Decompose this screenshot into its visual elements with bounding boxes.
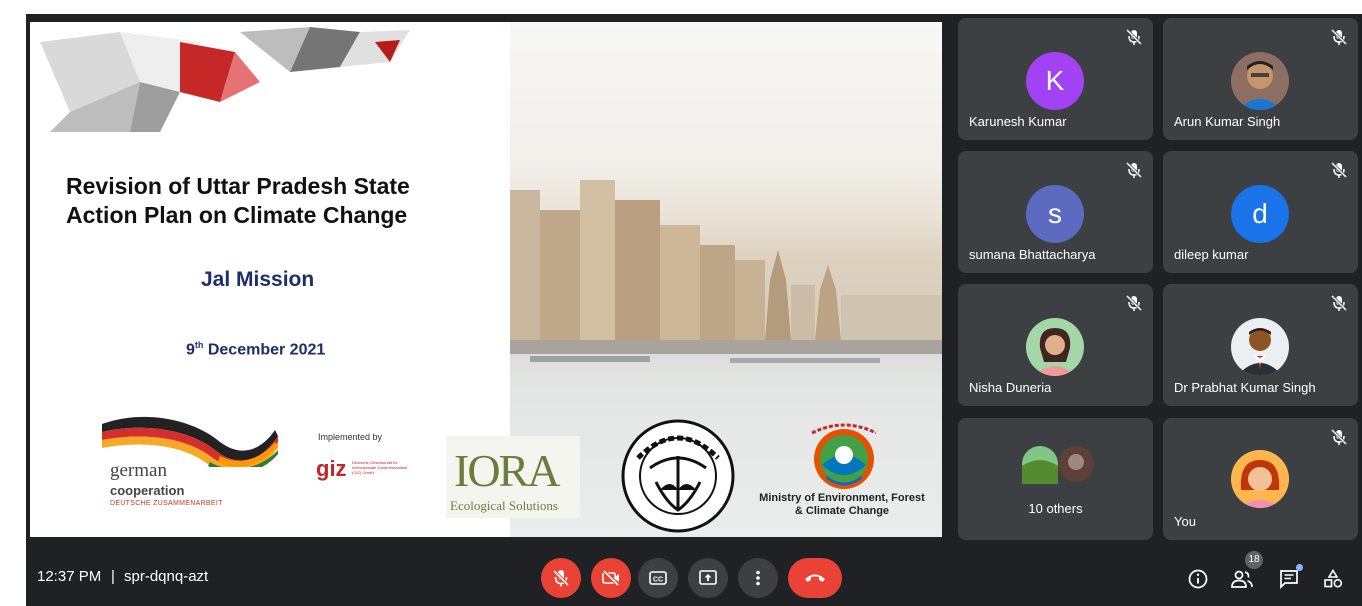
participant-name: Arun Kumar Singh <box>1174 114 1281 129</box>
others-tile[interactable]: 10 others <box>958 418 1153 540</box>
date-day: 9 <box>186 341 195 359</box>
uttar-pradesh-seal-icon <box>621 419 735 533</box>
slide-decoration-graphic <box>40 27 410 132</box>
participant-tile[interactable]: Nisha Duneria <box>958 284 1153 406</box>
leave-call-button[interactable] <box>788 558 842 598</box>
german-cooperation-logo: german cooperation DEUTSCHE ZUSAMMENARBE… <box>100 412 280 522</box>
ministry-line1: Ministry of Environment, Forest <box>759 492 925 504</box>
participant-tile[interactable]: K Karunesh Kumar <box>958 18 1153 140</box>
deutsche-zusammenarbeit-text: DEUTSCHE ZUSAMMENARBEIT <box>110 500 223 507</box>
captions-button[interactable]: CC <box>638 558 678 598</box>
avatar: K <box>1026 52 1084 110</box>
slide-title-line2: Action Plan on Climate Change <box>66 202 408 228</box>
participant-tile[interactable]: d dileep kumar <box>1163 151 1358 273</box>
ministry-environment-emblem-icon <box>811 423 877 489</box>
ministry-line2: & Climate Change <box>794 505 890 517</box>
slide-title: Revision of Uttar Pradesh State Action P… <box>66 172 506 230</box>
presentation-slide: Revision of Uttar Pradesh State Action P… <box>30 22 942 537</box>
mic-off-icon <box>1125 294 1143 312</box>
participant-count-badge: 18 <box>1245 551 1263 569</box>
german-text: german <box>110 460 167 481</box>
iora-subtext: Ecological Solutions <box>450 498 558 513</box>
participant-name: Dr Prabhat Kumar Singh <box>1174 380 1316 395</box>
flag-swoosh-icon <box>102 416 278 474</box>
more-options-button[interactable] <box>738 558 778 598</box>
slide-subtitle: Jal Mission <box>201 268 315 291</box>
bottom-toolbar: 12:37 PM | spr-dqnq-azt CC 18 <box>26 544 1362 606</box>
cooperation-text: cooperation <box>110 483 185 498</box>
avatar <box>1231 450 1289 508</box>
svg-text:CC: CC <box>653 577 663 584</box>
people-icon <box>1231 570 1253 588</box>
toggle-mic-button[interactable] <box>541 558 581 598</box>
others-count: 10 others <box>1028 501 1083 516</box>
camera-off-icon <box>602 569 620 587</box>
ghat-buildings-image <box>510 180 942 363</box>
meeting-details-button[interactable] <box>1183 564 1213 594</box>
giz-logo: giz <box>316 456 347 481</box>
participant-name: Nisha Duneria <box>969 380 1052 395</box>
ministry-environment-text: Ministry of Environment, Forest & Climat… <box>742 492 942 518</box>
meeting-code: spr-dqnq-azt <box>124 568 209 585</box>
mic-off-icon <box>1330 28 1348 46</box>
implemented-by-text: Implemented by <box>318 432 383 442</box>
slide-title-line1: Revision of Uttar Pradesh State <box>66 173 410 199</box>
avatar: d <box>1231 185 1289 243</box>
participant-tile[interactable]: Dr Prabhat Kumar Singh <box>1163 284 1358 406</box>
mic-off-icon <box>1125 28 1143 46</box>
avatar: s <box>1026 185 1084 243</box>
present-now-button[interactable] <box>688 558 728 598</box>
mic-off-icon <box>1330 161 1348 179</box>
toggle-camera-button[interactable] <box>591 558 631 598</box>
others-avatars <box>1022 446 1094 484</box>
participant-name: Karunesh Kumar <box>969 114 1067 129</box>
self-tile[interactable]: You <box>1163 418 1358 540</box>
mic-off-icon <box>1125 161 1143 179</box>
separator: | <box>111 568 115 585</box>
chat-icon <box>1280 570 1298 590</box>
activities-shapes-icon <box>1324 568 1343 588</box>
participant-tile[interactable]: s sumana Bhattacharya <box>958 151 1153 273</box>
hang-up-icon <box>805 574 825 582</box>
chat-notification-dot <box>1296 564 1303 571</box>
date-rest: December 2021 <box>203 341 326 359</box>
iora-logo: IORA Ecological Solutions <box>446 436 580 518</box>
meet-window: Revision of Uttar Pradesh State Action P… <box>26 14 1362 606</box>
avatar <box>1231 318 1289 376</box>
closed-captions-icon: CC <box>649 571 667 585</box>
participant-tile[interactable]: Arun Kumar Singh <box>1163 18 1358 140</box>
participant-name: sumana Bhattacharya <box>969 247 1096 262</box>
giz-subtext: Deutsche Gesellschaft für Internationale… <box>352 460 408 475</box>
present-screen-icon <box>699 570 717 585</box>
activities-button[interactable] <box>1318 564 1348 594</box>
mic-off-icon <box>552 569 570 587</box>
mic-off-icon <box>1330 294 1348 312</box>
more-vert-icon <box>756 570 760 586</box>
mic-off-icon <box>1330 428 1348 446</box>
avatar <box>1026 318 1084 376</box>
info-icon <box>1188 569 1208 589</box>
avatar <box>1231 52 1289 110</box>
participant-name: You <box>1174 514 1196 529</box>
meeting-time: 12:37 PM <box>37 568 102 585</box>
iora-text: IORA <box>454 445 560 496</box>
slide-date: 9th December 2021 <box>186 340 325 359</box>
participant-name: dileep kumar <box>1174 247 1249 262</box>
